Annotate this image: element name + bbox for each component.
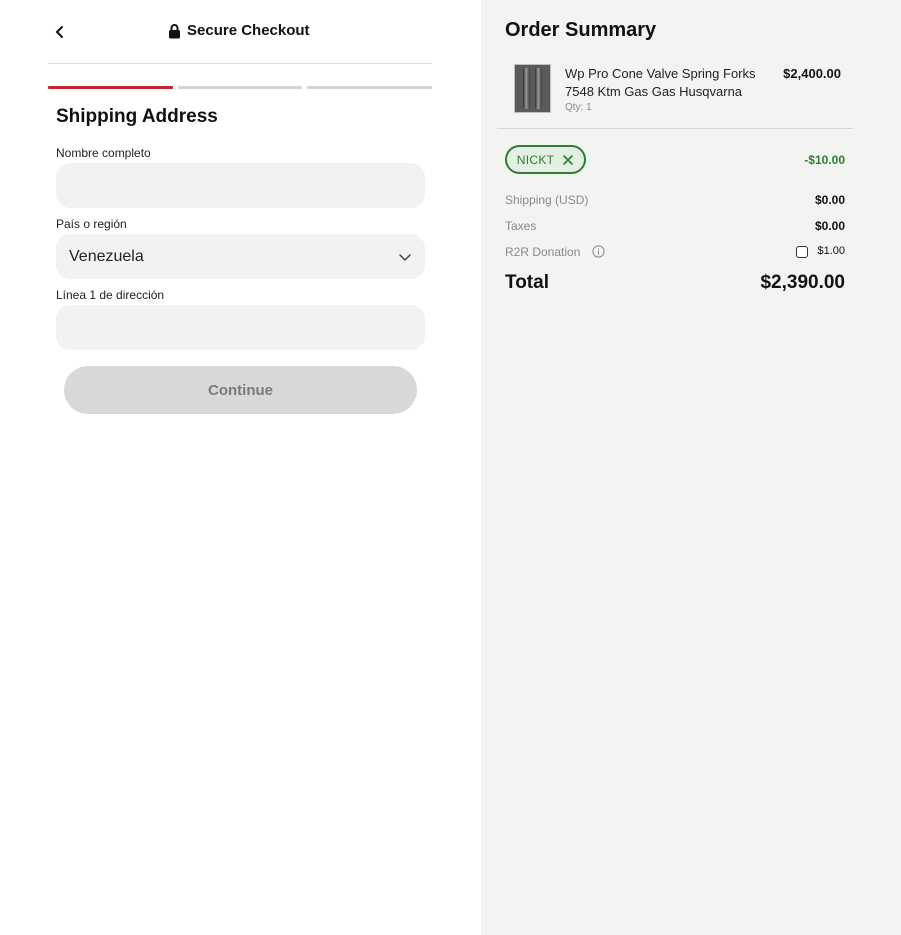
back-button[interactable] xyxy=(48,18,72,46)
coupon-discount: -$10.00 xyxy=(804,153,845,167)
address1-input[interactable] xyxy=(56,305,425,350)
full-name-label: Nombre completo xyxy=(56,146,151,160)
progress-step-3 xyxy=(307,86,433,89)
shipping-cost-value: $0.00 xyxy=(814,193,845,207)
page-title: Secure Checkout xyxy=(187,22,310,39)
shipping-cost-label: Shipping (USD) xyxy=(505,193,589,207)
lock-icon xyxy=(169,23,180,38)
taxes-label: Taxes xyxy=(505,219,537,233)
country-select[interactable]: Venezuela xyxy=(56,234,425,279)
summary-divider xyxy=(497,128,853,129)
product-qty: Qty: 1 xyxy=(565,102,592,113)
progress-step-2 xyxy=(177,86,303,89)
coupon-code: NICKT xyxy=(516,152,555,167)
checkout-form-panel: Secure Checkout Shipping Address Nombre … xyxy=(0,0,481,935)
order-summary-panel: Order Summary Wp Pro Cone Valve Spring F… xyxy=(481,0,901,935)
total-label: Total xyxy=(505,272,549,293)
section-title: Shipping Address xyxy=(56,106,218,127)
order-summary-title: Order Summary xyxy=(505,19,657,41)
donation-checkbox[interactable] xyxy=(796,246,808,258)
chevron-down-icon xyxy=(399,253,411,261)
progress-step-shipping xyxy=(48,86,173,89)
address1-label: Línea 1 de dirección xyxy=(56,288,165,302)
donation-value: $1.00 xyxy=(817,245,845,257)
info-icon[interactable] xyxy=(592,245,605,258)
country-label: País o región xyxy=(56,217,127,231)
fork-tube-left xyxy=(523,68,531,109)
continue-button[interactable]: Continue xyxy=(64,366,417,414)
coupon-chip: NICKT xyxy=(505,145,586,174)
checkout-header: Secure Checkout xyxy=(168,22,310,39)
taxes-value: $0.00 xyxy=(814,219,845,233)
product-image xyxy=(514,64,551,113)
product-price: $2,400.00 xyxy=(783,66,841,81)
close-icon[interactable] xyxy=(562,154,574,166)
full-name-input[interactable] xyxy=(56,163,425,208)
donation-label: R2R Donation xyxy=(505,245,581,259)
donation-row: R2R Donation xyxy=(505,245,605,259)
total-value: $2,390.00 xyxy=(760,272,845,293)
country-selected-value: Venezuela xyxy=(69,247,144,265)
checkout-progress xyxy=(48,86,433,89)
header-divider xyxy=(48,63,432,64)
chevron-left-icon xyxy=(56,26,63,38)
product-name: Wp Pro Cone Valve Spring Forks 7548 Ktm … xyxy=(565,66,756,99)
fork-tube-right xyxy=(534,68,542,109)
